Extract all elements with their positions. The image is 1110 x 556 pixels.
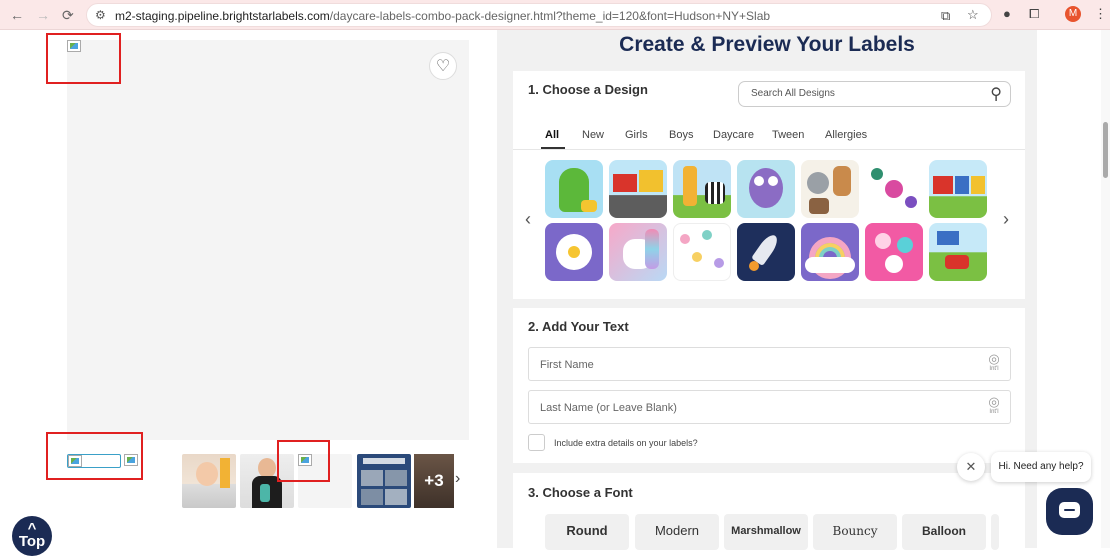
- main-product-image[interactable]: [67, 40, 469, 440]
- reload-icon[interactable]: ⟳: [62, 7, 74, 23]
- design-tile-train[interactable]: [929, 160, 987, 218]
- annotation-box: [277, 440, 330, 482]
- annotation-box: [46, 432, 143, 480]
- install-app-icon[interactable]: ⧉: [941, 8, 950, 24]
- extra-details-checkbox[interactable]: [528, 434, 545, 451]
- back-to-top-button[interactable]: ^ Top: [12, 516, 52, 556]
- first-name-field[interactable]: First Name ◎ Int'l: [528, 347, 1011, 381]
- design-tile-giraffe-zebra[interactable]: [673, 160, 731, 218]
- international-globe-icon[interactable]: ◎ Int'l: [984, 352, 1004, 373]
- last-name-field[interactable]: Last Name (or Leave Blank) ◎ Int'l: [528, 390, 1011, 424]
- font-option-marshmallow[interactable]: Marshmallow: [724, 514, 808, 550]
- add-text-card: 2. Add Your Text First Name ◎ Int'l Last …: [513, 308, 1025, 463]
- section-title: 1. Choose a Design: [528, 82, 648, 97]
- design-tile-pastel-flowers[interactable]: [673, 223, 731, 281]
- extensions-icon[interactable]: ⧠: [1029, 6, 1039, 22]
- font-option-balloon[interactable]: Balloon: [902, 514, 986, 550]
- cookie-extension-icon[interactable]: ●: [1003, 6, 1011, 21]
- wishlist-heart-icon[interactable]: ♡: [429, 52, 457, 80]
- address-bar[interactable]: ⚙ m2-staging.pipeline.brightstarlabels.c…: [86, 3, 992, 27]
- thumbnail-how-to-apply[interactable]: [357, 454, 411, 508]
- international-globe-icon[interactable]: ◎ Int'l: [984, 395, 1004, 416]
- tab-new[interactable]: New: [582, 129, 604, 141]
- design-tile-vehicles[interactable]: [929, 223, 987, 281]
- tab-girls[interactable]: Girls: [625, 129, 648, 141]
- chat-bubble-icon: [1059, 502, 1080, 518]
- tab-daycare[interactable]: Daycare: [713, 129, 754, 141]
- design-tile-rocket[interactable]: [737, 223, 795, 281]
- design-search-field[interactable]: Search All Designs ⚲: [738, 81, 1011, 107]
- design-next-arrow-icon[interactable]: ›: [1003, 209, 1009, 230]
- tab-allergies[interactable]: Allergies: [825, 129, 867, 141]
- back-to-top-label: Top: [18, 533, 46, 550]
- intl-label: Int'l: [989, 366, 999, 372]
- font-option-bouncy[interactable]: Bouncy: [813, 514, 897, 550]
- last-name-placeholder: Last Name (or Leave Blank): [540, 402, 677, 414]
- thumbnail-baby-labels[interactable]: [182, 454, 236, 508]
- tabs-divider: [513, 149, 1025, 150]
- section-title: 3. Choose a Font: [528, 485, 633, 500]
- annotation-box: [46, 33, 121, 84]
- design-tile-owl[interactable]: [737, 160, 795, 218]
- design-tile-floral[interactable]: [865, 160, 923, 218]
- font-option-partial[interactable]: [991, 514, 999, 550]
- scrollbar-thumb[interactable]: [1103, 122, 1108, 178]
- design-prev-arrow-icon[interactable]: ‹: [525, 209, 531, 230]
- design-tile-hearts[interactable]: [865, 223, 923, 281]
- extra-details-label: Include extra details on your labels?: [554, 438, 698, 448]
- design-tile-trucks[interactable]: [609, 160, 667, 218]
- bookmark-star-icon[interactable]: ☆: [967, 7, 979, 23]
- design-tile-dinosaur[interactable]: [545, 160, 603, 218]
- more-thumbnails-count[interactable]: +3: [414, 454, 454, 508]
- tab-tween[interactable]: Tween: [772, 129, 804, 141]
- section-title: 2. Add Your Text: [528, 319, 629, 334]
- intl-label: Int'l: [989, 409, 999, 415]
- font-option-modern[interactable]: Modern: [635, 514, 719, 550]
- back-icon[interactable]: ←: [10, 7, 24, 23]
- browser-menu-icon[interactable]: ⋮: [1094, 6, 1107, 22]
- page-scrollbar[interactable]: [1101, 30, 1110, 548]
- choose-design-card: 1. Choose a Design Search All Designs ⚲ …: [513, 71, 1025, 299]
- tab-boys[interactable]: Boys: [669, 129, 693, 141]
- search-placeholder: Search All Designs: [751, 88, 835, 99]
- chat-greeting[interactable]: Hi. Need any help?: [991, 452, 1091, 482]
- profile-avatar[interactable]: M: [1065, 6, 1081, 22]
- chat-launcher-button[interactable]: [1046, 488, 1093, 535]
- site-info-icon[interactable]: ⚙: [95, 8, 106, 22]
- active-tab-underline: [541, 147, 565, 149]
- search-icon[interactable]: ⚲: [990, 84, 1002, 104]
- first-name-placeholder: First Name: [540, 359, 594, 371]
- font-option-round[interactable]: Round: [545, 514, 629, 550]
- url-host: m2-staging.pipeline.brightstarlabels.com: [115, 9, 330, 23]
- chat-close-icon[interactable]: ✕: [957, 453, 985, 481]
- design-tile-unicorn[interactable]: [609, 223, 667, 281]
- forward-icon[interactable]: →: [36, 7, 50, 23]
- page-title: Create & Preview Your Labels: [619, 33, 915, 56]
- design-tile-rainbow[interactable]: [801, 223, 859, 281]
- design-tile-koala-animals[interactable]: [801, 160, 859, 218]
- tab-all[interactable]: All: [545, 129, 559, 141]
- browser-toolbar: ← → ⟳ ⚙ m2-staging.pipeline.brightstarla…: [0, 0, 1110, 30]
- url-path: /daycare-labels-combo-pack-designer.html…: [329, 9, 771, 23]
- thumbnail-next-arrow-icon[interactable]: ›: [455, 470, 460, 488]
- design-tile-daisy[interactable]: [545, 223, 603, 281]
